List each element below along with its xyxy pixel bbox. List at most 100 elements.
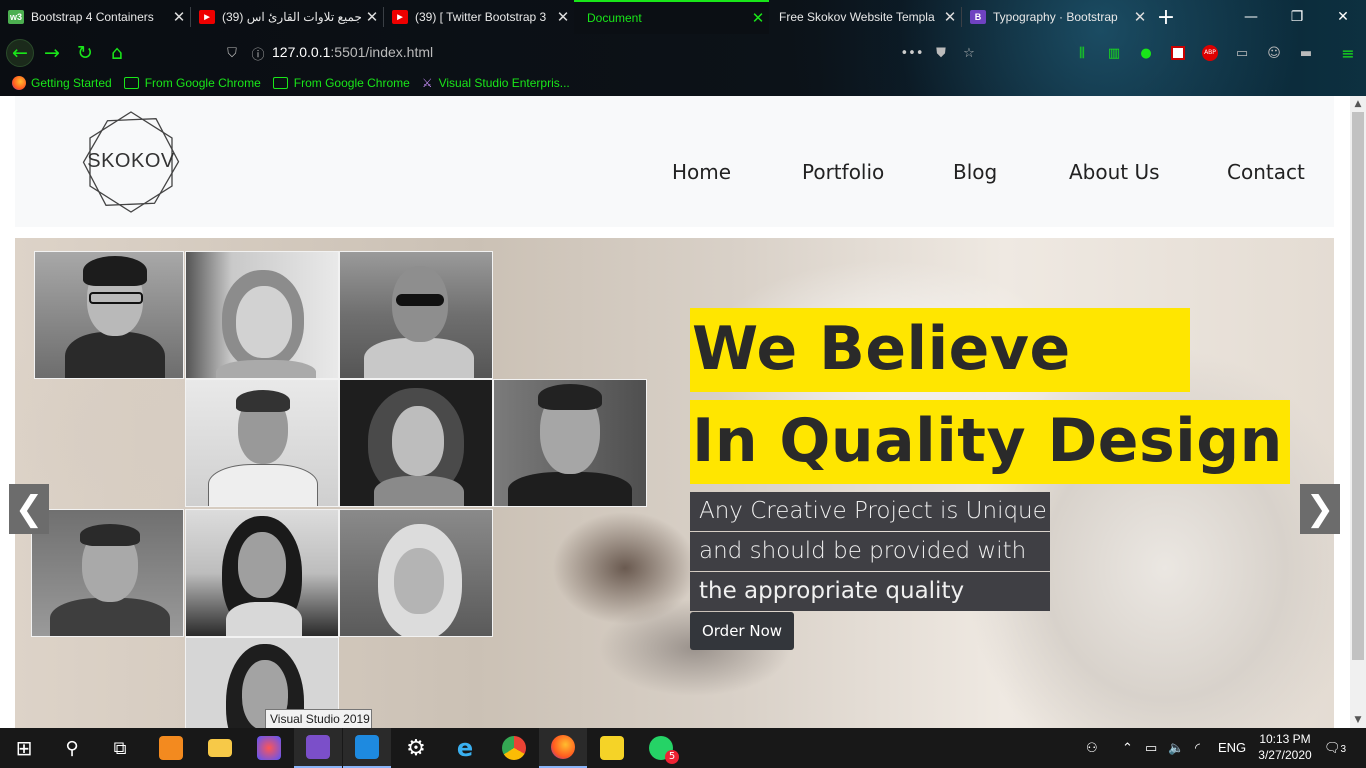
team-photo [339, 251, 493, 379]
bookmark-visual-studio[interactable]: ⚔ Visual Studio Enterpris... [422, 76, 570, 90]
nav-about-us[interactable]: About Us [1069, 160, 1160, 184]
new-tab-button[interactable]: + [1151, 0, 1181, 34]
taskbar-app-settings[interactable]: ⚙ [392, 728, 440, 768]
container-icon[interactable]: ▬ [1296, 43, 1316, 63]
info-icon[interactable]: ⓘ [248, 43, 268, 63]
site-header: SKOKOV Home Portfolio Blog About Us Cont… [15, 96, 1334, 227]
extension-green-icon[interactable]: ● [1136, 43, 1156, 63]
taskbar-app-firefox[interactable] [539, 728, 587, 768]
taskbar-app-visual-studio[interactable] [294, 728, 342, 768]
library-icon[interactable]: ⫼ [1072, 43, 1092, 63]
taskbar-app-ie[interactable]: e [441, 728, 489, 768]
star-icon[interactable]: ☆ [959, 43, 979, 63]
taskbar-app-vscode[interactable] [343, 728, 391, 768]
scroll-down-icon[interactable]: ▼ [1350, 712, 1366, 728]
wifi-icon[interactable]: ◜ [1195, 740, 1200, 756]
extension-red-icon[interactable] [1168, 43, 1188, 63]
window-controls: — ❐ ✕ [1228, 0, 1366, 34]
whatsapp-badge: 5 [665, 750, 679, 764]
team-photo [185, 251, 339, 379]
visual-studio-icon [306, 735, 330, 759]
tab-youtube-2[interactable]: ▶ (39) [ Twitter Bootstrap 3 ✕ [384, 0, 574, 34]
page-scrollbar[interactable]: ▲ ▼ [1350, 96, 1366, 728]
nav-home[interactable]: Home [672, 160, 731, 184]
nav-blog[interactable]: Blog [953, 160, 997, 184]
task-view-button[interactable]: ⧉ [96, 728, 144, 768]
nav-contact[interactable]: Contact [1227, 160, 1305, 184]
forward-button[interactable]: → [38, 36, 66, 70]
bookmark-getting-started[interactable]: Getting Started [12, 76, 112, 90]
taskbar-app-paint[interactable] [245, 728, 293, 768]
scroll-up-icon[interactable]: ▲ [1350, 96, 1366, 112]
face-extension-icon[interactable]: ☺ [1264, 43, 1284, 63]
browser-chrome: w3 Bootstrap 4 Containers ✕ ▶ (39) جميع … [0, 0, 1366, 96]
bookmark-folder-chrome-1[interactable]: From Google Chrome [123, 76, 261, 90]
taskbar-app-uc[interactable] [147, 728, 195, 768]
search-icon: ⚲ [65, 737, 79, 759]
taskbar-app-chrome[interactable] [490, 728, 538, 768]
reload-button[interactable]: ↻ [71, 36, 99, 70]
taskbar-app-explorer[interactable] [196, 728, 244, 768]
bookmark-folder-chrome-2[interactable]: From Google Chrome [272, 76, 410, 90]
hero-title-line-1: We Believe [692, 314, 1071, 384]
close-icon[interactable]: ✕ [168, 8, 190, 26]
search-button[interactable]: ⚲ [48, 728, 96, 768]
action-center-button[interactable]: 🗨3 [1324, 740, 1346, 756]
tab-document[interactable]: Document ✕ [574, 0, 769, 34]
tab-label: Free Skokov Website Templa [779, 10, 935, 24]
youtube-icon: ▶ [199, 10, 215, 24]
order-now-button[interactable]: Order Now [690, 612, 794, 650]
nav-portfolio[interactable]: Portfolio [802, 160, 884, 184]
close-icon[interactable]: ✕ [552, 8, 574, 26]
windows-icon: ⊞ [15, 736, 33, 760]
bookmarks-bar: Getting Started From Google Chrome From … [0, 72, 1366, 94]
show-hidden-icons[interactable]: ⌃ [1122, 740, 1133, 756]
back-button[interactable]: ← [6, 39, 34, 67]
close-icon[interactable]: ✕ [361, 8, 383, 26]
close-window-button[interactable]: ✕ [1320, 0, 1366, 34]
folder-icon [272, 77, 288, 89]
menu-icon[interactable]: ≡ [1338, 43, 1358, 63]
shield-icon[interactable]: ⛉ [222, 43, 242, 63]
home-button[interactable]: ⌂ [103, 36, 131, 70]
url-bar[interactable]: 127.0.0.1:5501/index.html [272, 44, 433, 60]
youtube-icon: ▶ [392, 10, 408, 24]
carousel-prev-button[interactable]: ❮ [9, 484, 49, 534]
battery-icon[interactable]: ▭ [1145, 740, 1157, 756]
screenshot-icon[interactable]: ▭ [1232, 43, 1252, 63]
people-icon[interactable]: ⚇ [1086, 740, 1098, 756]
tab-strip: w3 Bootstrap 4 Containers ✕ ▶ (39) جميع … [0, 0, 1366, 34]
taskbar-tooltip: Visual Studio 2019 [265, 709, 372, 729]
tab-label: (39) جميع تلاوات القارئ اس [222, 10, 361, 24]
scroll-thumb[interactable] [1352, 112, 1364, 660]
tab-youtube-1[interactable]: ▶ (39) جميع تلاوات القارئ اس ✕ [191, 0, 383, 34]
tab-typography[interactable]: B Typography · Bootstrap ✕ [962, 0, 1151, 34]
tab-skokov[interactable]: Free Skokov Website Templa ✕ [769, 0, 961, 34]
player-icon [600, 736, 624, 760]
close-icon[interactable]: ✕ [747, 9, 769, 27]
bookmark-label: Visual Studio Enterpris... [438, 76, 570, 90]
language-indicator[interactable]: ENG [1218, 740, 1246, 755]
bootstrap-icon: B [970, 10, 986, 24]
volume-icon[interactable]: 🔈 [1168, 740, 1184, 756]
sidebar-icon[interactable]: ▥ [1104, 43, 1124, 63]
adblock-icon[interactable]: ABP [1200, 43, 1220, 63]
paint-icon [257, 736, 281, 760]
windows-taskbar: ⊞ ⚲ ⧉ ⚙ e 5 ⚇ ⌃ ▭ 🔈 ◜ ENG 10:13 PM 3/27/… [0, 728, 1366, 768]
clock-time: 10:13 PM [1259, 732, 1311, 746]
pocket-icon[interactable]: ⛊ [931, 43, 951, 63]
minimize-button[interactable]: — [1228, 0, 1274, 34]
clock[interactable]: 10:13 PM 3/27/2020 [1255, 731, 1315, 763]
carousel-next-button[interactable]: ❯ [1300, 484, 1340, 534]
more-icon[interactable]: ••• [901, 43, 924, 63]
taskbar-app-whatsapp[interactable]: 5 [637, 728, 685, 768]
tab-bootstrap-containers[interactable]: w3 Bootstrap 4 Containers ✕ [0, 0, 190, 34]
close-icon[interactable]: ✕ [939, 8, 961, 26]
taskbar-app-player[interactable] [588, 728, 636, 768]
visual-studio-icon: ⚔ [421, 76, 433, 90]
start-button[interactable]: ⊞ [0, 728, 48, 768]
close-icon[interactable]: ✕ [1129, 8, 1151, 26]
maximize-button[interactable]: ❐ [1274, 0, 1320, 34]
chrome-icon [502, 736, 526, 760]
notification-icon: 🗨 [1324, 740, 1341, 755]
